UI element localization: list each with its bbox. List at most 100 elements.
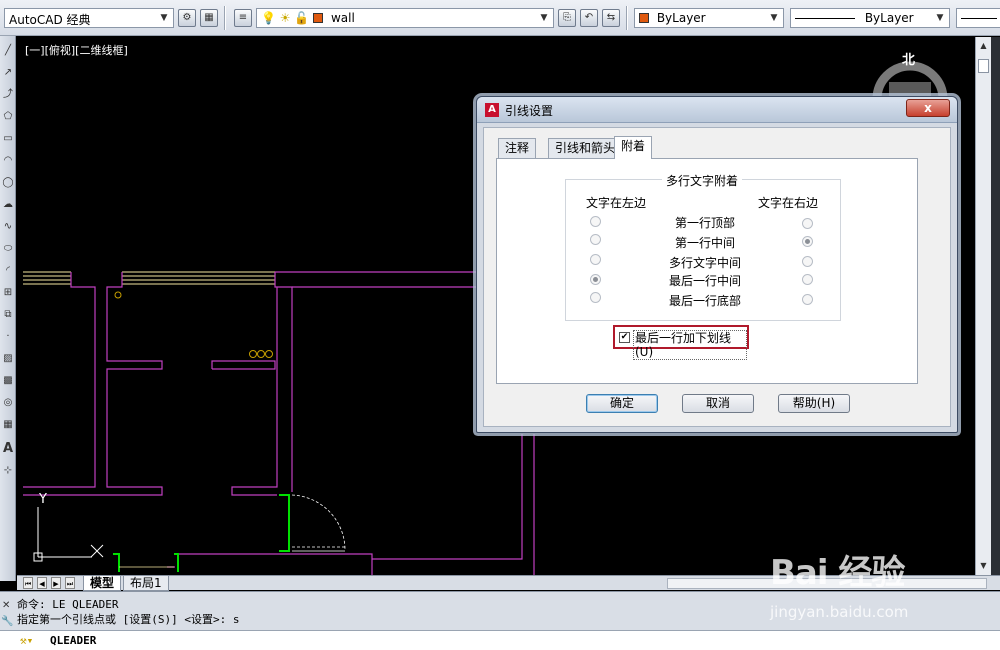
- layer-value: wall: [330, 11, 355, 25]
- lineweight-sample: [961, 18, 997, 19]
- close-button[interactable]: x: [906, 99, 950, 117]
- door-symbols: [113, 494, 290, 572]
- compass-north-label[interactable]: 北: [902, 49, 915, 68]
- group-title: 多行文字附着: [662, 172, 743, 189]
- left-radio-first-line-top[interactable]: [590, 216, 601, 227]
- linetype-value: ByLayer: [864, 11, 914, 25]
- chevron-down-icon: ▼: [540, 13, 548, 23]
- workspace-settings-icon[interactable]: ▦: [200, 9, 218, 27]
- line-tool-icon[interactable]: ╱: [1, 44, 15, 58]
- layer-lock-icon: 🔓: [294, 11, 310, 25]
- ellipse-icon[interactable]: ⬭: [1, 242, 15, 256]
- option-label-first-line-top: 第一行顶部: [674, 216, 735, 230]
- tab-annotation[interactable]: 注释: [498, 138, 537, 158]
- circle-icon[interactable]: ◯: [1, 176, 15, 190]
- fixture-symbols: [114, 291, 273, 358]
- baidu-watermark: Bai 经验 jingyan.baidu.com: [770, 545, 950, 630]
- tab-leader-and-arrow[interactable]: 引线和箭头: [548, 138, 623, 158]
- gradient-icon[interactable]: ▩: [1, 374, 15, 388]
- last-tab-icon[interactable]: ⏭: [65, 577, 75, 589]
- right-radio-last-line-middle[interactable]: [802, 274, 813, 285]
- make-current-layer-icon[interactable]: ⎘: [558, 9, 576, 27]
- next-tab-icon[interactable]: ▶: [51, 577, 61, 589]
- scroll-down-icon[interactable]: ▼: [977, 559, 990, 572]
- leader-settings-dialog: A 引线设置 x 注释 引线和箭头 附着 多行文字附着 文字在左边 文字在右边 …: [476, 96, 958, 433]
- multiline-text-icon[interactable]: A: [1, 442, 15, 456]
- underline-checkbox-label[interactable]: 最后一行加下划线(U): [633, 330, 747, 360]
- layer-color-swatch: [313, 13, 324, 23]
- layer-manager-icon[interactable]: ≡: [234, 9, 252, 27]
- scroll-up-icon[interactable]: ▲: [977, 39, 990, 52]
- linetype-sample: [795, 18, 855, 19]
- gear-icon[interactable]: ⚙: [178, 9, 196, 27]
- lightbulb-icon: 💡: [261, 11, 276, 25]
- underline-checkbox[interactable]: ✔: [619, 332, 630, 343]
- arc-icon[interactable]: ◠: [1, 154, 15, 168]
- ok-button[interactable]: 确定: [586, 394, 658, 413]
- insert-block-icon[interactable]: ⊞: [1, 286, 15, 300]
- revision-cloud-icon[interactable]: ☁: [1, 198, 15, 212]
- tab-model[interactable]: 模型: [83, 576, 122, 591]
- underline-checkbox-highlight: ✔ 最后一行加下划线(U): [613, 325, 749, 360]
- text-on-right-header: 文字在右边: [758, 196, 819, 210]
- toolbar-divider: [224, 6, 226, 30]
- point-icon[interactable]: ·: [1, 330, 15, 344]
- tab-layout1[interactable]: 布局1: [123, 576, 169, 591]
- command-input[interactable]: ⚒▾ QLEADER: [0, 630, 1000, 650]
- chevron-down-icon: ▼: [160, 13, 168, 23]
- left-radio-first-line-middle[interactable]: [590, 234, 601, 245]
- wall-lines: [23, 271, 535, 575]
- mtext-attachment-group: 多行文字附着 文字在左边 文字在右边 第一行顶部 第一行中间 多行文字中间 最后…: [565, 172, 841, 321]
- workspace-dropdown[interactable]: AutoCAD 经典 ▼: [4, 8, 174, 28]
- watermark-logo: Bai 经验: [770, 553, 905, 593]
- option-label-last-line-middle: 最后一行中间: [668, 274, 741, 288]
- right-panel-strip: [991, 37, 1000, 575]
- cancel-button[interactable]: 取消: [682, 394, 754, 413]
- right-radio-first-line-middle[interactable]: [802, 236, 813, 247]
- option-label-first-line-middle: 第一行中间: [674, 236, 735, 250]
- construction-line-icon[interactable]: ↗: [1, 66, 15, 80]
- prev-tab-icon[interactable]: ◀: [37, 577, 47, 589]
- current-command: QLEADER: [50, 634, 97, 647]
- sun-icon: ☀: [279, 11, 291, 25]
- make-block-icon[interactable]: ⧉: [1, 308, 15, 322]
- workspace-value: AutoCAD 经典: [9, 13, 91, 27]
- first-tab-icon[interactable]: ⏮: [23, 577, 33, 589]
- right-radio-first-line-top[interactable]: [802, 218, 813, 229]
- attachment-panel: 多行文字附着 文字在左边 文字在右边 第一行顶部 第一行中间 多行文字中间 最后…: [496, 158, 918, 384]
- region-icon[interactable]: ◎: [1, 396, 15, 410]
- left-radio-last-line-middle[interactable]: [590, 274, 601, 285]
- command-prompt-icon: ⚒▾: [20, 634, 34, 647]
- option-label-last-line-bottom: 最后一行底部: [668, 294, 741, 308]
- dialog-body: 注释 引线和箭头 附着 多行文字附着 文字在左边 文字在右边 第一行顶部 第一行…: [483, 127, 951, 427]
- layer-match-icon[interactable]: ⇆: [602, 9, 620, 27]
- lineweight-dropdown[interactable]: [956, 8, 1000, 28]
- vertical-scrollbar[interactable]: ▲ ▼: [975, 37, 991, 575]
- top-toolbar: AutoCAD 经典 ▼ ⚙ ▦ ≡ 💡 ☀ 🔓 wall ▼ ⎘ ↶ ⇆ By…: [0, 0, 1000, 36]
- linetype-dropdown[interactable]: ByLayer ▼: [790, 8, 950, 28]
- dialog-title: 引线设置: [505, 104, 554, 118]
- tab-attachment[interactable]: 附着: [614, 136, 653, 159]
- right-radio-last-line-bottom[interactable]: [802, 294, 813, 305]
- chevron-down-icon: ▼: [936, 13, 944, 23]
- help-button[interactable]: 帮助(H): [778, 394, 850, 413]
- hatch-icon[interactable]: ▨: [1, 352, 15, 366]
- polyline-icon[interactable]: ⤴: [1, 88, 15, 102]
- rectangle-icon[interactable]: ▭: [1, 132, 15, 146]
- layer-dropdown[interactable]: 💡 ☀ 🔓 wall ▼: [256, 8, 554, 28]
- color-dropdown[interactable]: ByLayer ▼: [634, 8, 784, 28]
- ellipse-arc-icon[interactable]: ◜: [1, 264, 15, 278]
- toolbar-divider: [626, 6, 628, 30]
- layer-previous-icon[interactable]: ↶: [580, 9, 598, 27]
- table-icon[interactable]: ▦: [1, 418, 15, 432]
- add-selected-icon[interactable]: ⊹: [1, 464, 15, 478]
- dialog-title-bar[interactable]: A 引线设置 x: [477, 97, 957, 123]
- ucs-icon: [33, 507, 104, 562]
- scroll-thumb[interactable]: [978, 59, 989, 73]
- polygon-icon[interactable]: ⬠: [1, 110, 15, 124]
- left-radio-mtext-middle[interactable]: [590, 254, 601, 265]
- left-radio-last-line-bottom[interactable]: [590, 292, 601, 303]
- right-radio-mtext-middle[interactable]: [802, 256, 813, 267]
- draw-toolbar: ╱ ↗ ⤴ ⬠ ▭ ◠ ◯ ☁ ∿ ⬭ ◜ ⊞ ⧉ · ▨ ▩ ◎ ▦ A ⊹: [0, 36, 16, 581]
- spline-icon[interactable]: ∿: [1, 220, 15, 234]
